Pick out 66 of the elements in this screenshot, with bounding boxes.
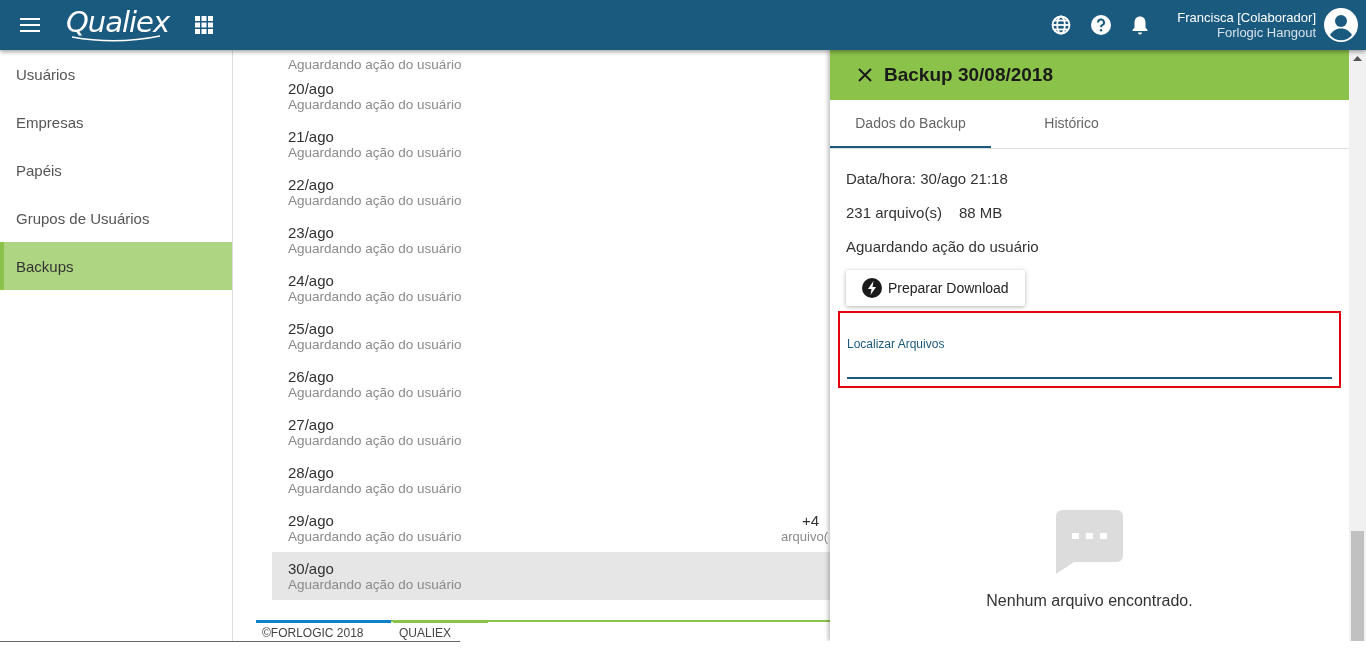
backup-date: 26/ago — [288, 368, 335, 385]
file-count: +4 — [801, 512, 820, 529]
globe-icon[interactable] — [1051, 15, 1072, 35]
backup-date: 20/ago — [288, 80, 335, 97]
backup-date: 24/ago — [288, 272, 335, 289]
backup-status: Aguardando ação do usuário — [288, 289, 463, 304]
scrollbar-thumb[interactable] — [1351, 531, 1364, 641]
scroll-up-icon[interactable] — [1353, 56, 1362, 61]
backup-status: Aguardando ação do usuário — [288, 241, 463, 256]
panel-title: Backup 30/08/2018 — [884, 64, 1053, 86]
backup-size: 88 MB — [958, 203, 1003, 221]
backup-status: Aguardando ação do usuário — [288, 481, 463, 496]
sidebar-item[interactable]: Empresas — [0, 98, 232, 146]
avatar-icon[interactable] — [1324, 8, 1358, 42]
backup-date: 21/ago — [288, 128, 335, 145]
backup-row[interactable]: 22/ago Aguardando ação do usuário — [272, 168, 830, 216]
file-count-label: arquivo( — [781, 529, 828, 544]
backup-date: 30/ago — [288, 560, 335, 577]
backup-date: 25/ago — [288, 320, 335, 337]
backup-status: Aguardando ação do usuário — [288, 577, 463, 592]
backup-date: 28/ago — [288, 464, 335, 481]
sidebar-item[interactable]: Papéis — [0, 146, 232, 194]
backup-status: Aguardando ação do usuário — [288, 193, 463, 208]
sidebar-item[interactable]: Grupos de Usuários — [0, 194, 232, 242]
backup-status: Aguardando ação do usuário — [288, 97, 463, 112]
backup-row[interactable]: 21/ago Aguardando ação do usuário — [272, 120, 830, 168]
apps-grid-icon[interactable] — [195, 16, 214, 34]
logo: Qualiex — [66, 7, 170, 43]
backup-status: Aguardando ação do usuário — [288, 385, 463, 400]
backup-row[interactable]: 25/ago Aguardando ação do usuário — [272, 312, 830, 360]
backup-row[interactable]: 29/ago Aguardando ação do usuário +4 arquivo( — [272, 504, 830, 552]
backup-row[interactable]: 24/ago Aguardando ação do usuário — [272, 264, 830, 312]
search-field[interactable]: Localizar Arquivos — [847, 337, 1332, 379]
bell-icon[interactable] — [1131, 15, 1150, 35]
user-name: Francisca [Colaborador] — [1177, 10, 1316, 25]
backup-status: Aguardando ação do usuário — [288, 337, 463, 352]
backup-status: Aguardando ação do usuário — [288, 433, 463, 448]
sidebar-item[interactable]: Backups — [0, 242, 232, 290]
lightning-icon — [862, 278, 882, 298]
backup-status: Aguardando ação do usuário — [288, 145, 463, 160]
backup-row[interactable]: 26/ago Aguardando ação do usuário — [272, 360, 830, 408]
chat-bubble-icon — [1056, 509, 1123, 574]
help-icon[interactable] — [1091, 15, 1112, 35]
backup-date: 29/ago — [288, 512, 335, 529]
backup-row[interactable]: 27/ago Aguardando ação do usuário — [272, 408, 830, 456]
empty-message: Nenhum arquivo encontrado. — [986, 591, 1193, 610]
menu-icon[interactable] — [20, 18, 40, 32]
backup-date: 27/ago — [288, 416, 335, 433]
backup-file-count: 231 arquivo(s) — [846, 203, 942, 221]
backup-date: 22/ago — [288, 176, 335, 193]
backup-status: Aguardando ação do usuário — [288, 57, 463, 72]
prepare-download-button[interactable]: Preparar Download — [846, 270, 1025, 306]
backup-date: 23/ago — [288, 224, 335, 241]
tab[interactable]: Histórico — [991, 100, 1152, 148]
backup-row[interactable]: 30/ago Aguardando ação do usuário — [272, 552, 830, 600]
backup-row[interactable]: Aguardando ação do usuário — [272, 50, 830, 72]
backup-status: Aguardando ação do usuário — [288, 529, 463, 544]
backup-datetime: Data/hora: 30/ago 21:18 — [846, 169, 1008, 187]
tab[interactable]: Dados do Backup — [830, 100, 991, 148]
organization-name: Forlogic Hangout — [1216, 25, 1316, 40]
backup-row[interactable]: 23/ago Aguardando ação do usuário — [272, 216, 830, 264]
sidebar-item[interactable]: Usuários — [0, 50, 232, 98]
backup-row[interactable]: 28/ago Aguardando ação do usuário — [272, 456, 830, 504]
close-button[interactable] — [858, 68, 872, 82]
backup-status: Aguardando ação do usuário — [846, 237, 1039, 255]
backup-row[interactable]: 20/ago Aguardando ação do usuário — [272, 72, 830, 120]
